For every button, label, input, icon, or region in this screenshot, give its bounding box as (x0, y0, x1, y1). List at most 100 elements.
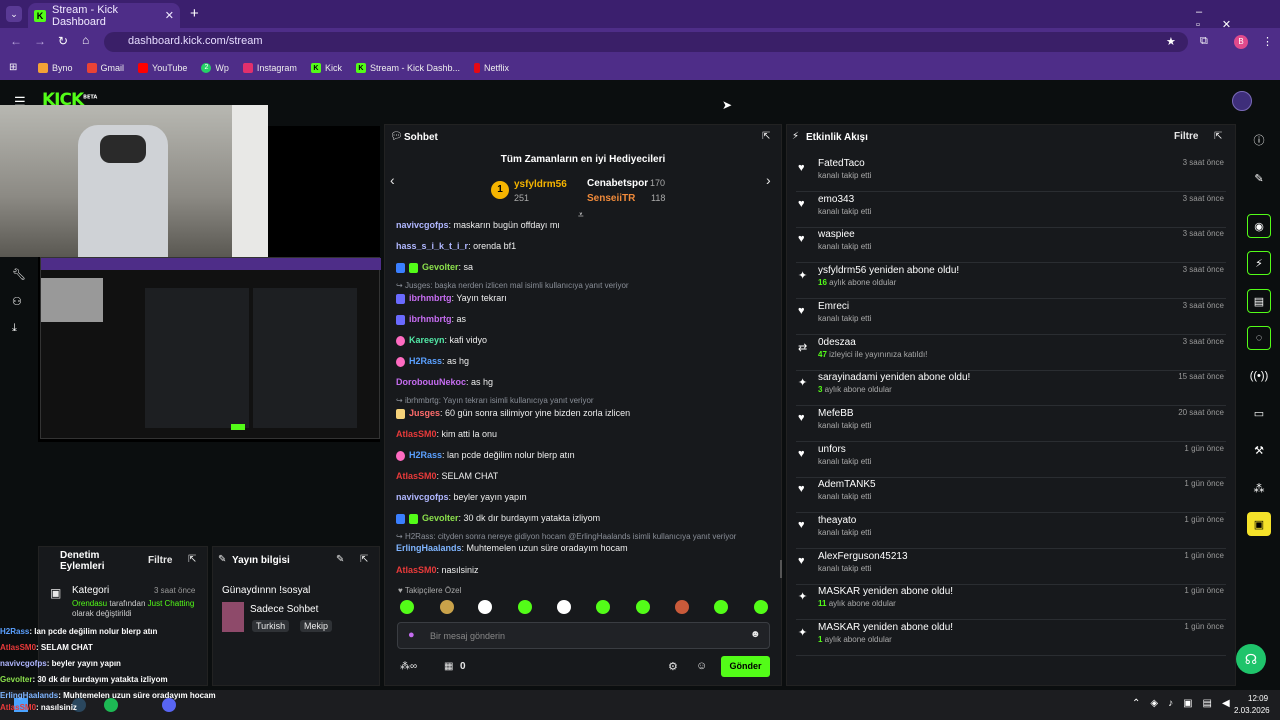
bookmark-youtube[interactable]: YouTube (138, 63, 187, 73)
activity-filter-button[interactable]: Filtre (1174, 131, 1198, 142)
menu-icon[interactable]: ⋮ (1262, 35, 1273, 48)
emote[interactable] (478, 600, 492, 614)
overlay-chat-line: ErlingHaalands: Muhtemelen uzun süre ora… (0, 691, 216, 700)
pencil-icon[interactable]: ✎ (1247, 166, 1271, 190)
chat-actions-icon[interactable]: ⁂∞ (400, 661, 417, 672)
activity-item[interactable]: ♥ theayato kanalı takip etti 1 gün önce (796, 515, 1226, 549)
gifter-name[interactable]: ysfyldrm56 (514, 179, 567, 190)
activity-item[interactable]: ✦ ysfyldrm56 yeniden abone oldu! 16 aylık … (796, 265, 1226, 300)
activity-item[interactable]: ♥ emo343 kanalı takip etti 3 saat önce (796, 194, 1226, 228)
bookmark-instagram[interactable]: Instagram (242, 63, 297, 73)
tab-list-chevron-icon[interactable]: ⌄ (6, 6, 22, 22)
document-icon[interactable]: ▤ (1247, 289, 1271, 313)
chat-input[interactable]: ● Bir mesaj gönderin ☻ (397, 622, 770, 649)
wrench-icon[interactable]: ⚒ (1247, 438, 1271, 462)
activity-item-name: AdemTANK5 (818, 479, 876, 491)
activity-item-time: 3 saat önce (1182, 158, 1224, 167)
user-avatar-icon[interactable] (1232, 91, 1252, 111)
activity-item-detail: 1 aylık abone oldular (818, 635, 892, 645)
gifter-name[interactable]: Cenabetspor (587, 178, 648, 189)
activity-item[interactable]: ✦ MASKAR yeniden abone oldu! 1 aylık abone… (796, 622, 1226, 657)
mod-time: 3 saat önce (154, 586, 196, 595)
back-icon[interactable]: ← (10, 34, 22, 48)
overlay-chat-line: navivcgofps: beyler yayın yapın (0, 659, 121, 668)
avatar[interactable]: B (1234, 35, 1248, 49)
url-field[interactable]: dashboard.kick.com/stream ★ (104, 32, 1188, 52)
activity-item-time: 1 gün önce (1184, 515, 1224, 524)
emote[interactable] (754, 600, 768, 614)
popout-icon[interactable]: ⇱ (762, 131, 770, 142)
bookmark-stream[interactable]: K Stream - Kick Dashb... (355, 63, 460, 73)
mod-filter-button[interactable]: Filtre (148, 555, 172, 566)
raid-icon: ⇄ (798, 341, 808, 354)
chat-message: DorobouuNekoc: as hg (396, 377, 494, 387)
gifter-name[interactable]: SenseiiTR (587, 193, 635, 204)
activity-item[interactable]: ♥ waspiee kanalı takip etti 3 saat önce (796, 229, 1226, 264)
popout-icon[interactable]: ⇱ (188, 554, 196, 565)
chat-settings-icon[interactable]: ⚙ (668, 660, 678, 673)
activity-item[interactable]: ⇄ 0deszaa 47 izleyici ile yayınınıza katıl… (796, 337, 1226, 371)
printer-icon[interactable]: ▭ (1247, 401, 1271, 425)
clapper-icon[interactable]: ▣ (1247, 512, 1271, 536)
emote-picker-icon[interactable]: ☺ (696, 660, 707, 672)
bolt-icon[interactable]: ⚡︎ (1247, 251, 1271, 275)
bookmark-wp[interactable]: 2 Wp (201, 63, 229, 73)
broadcast-icon[interactable]: ((•)) (1247, 364, 1271, 388)
heart-icon: ♥ (798, 304, 805, 317)
activity-item[interactable]: ♥ FatedTaco kanalı takip etti 3 saat önce (796, 158, 1226, 192)
browser-tab[interactable]: K Stream - Kick Dashboard ✕ (28, 3, 180, 28)
chat-scrollbar[interactable] (780, 560, 782, 578)
activity-item[interactable]: ✦ MASKAR yeniden abone oldu! 11 aylık abon… (796, 586, 1226, 621)
emote[interactable] (675, 600, 689, 614)
activity-item-detail: kanalı takip etti (818, 242, 872, 252)
moderation-icon[interactable]: ⁂ (1247, 476, 1271, 500)
emote[interactable] (440, 600, 454, 614)
bookmark-star-icon[interactable]: ★ (1166, 35, 1176, 48)
emote[interactable] (596, 600, 610, 614)
apps-icon[interactable]: ⊞ (9, 62, 17, 73)
emote[interactable] (557, 600, 571, 614)
popout-icon[interactable]: ⇱ (1214, 131, 1222, 142)
followers-only-label: ♥ Takipçilere Özel (398, 586, 462, 595)
next-arrow-icon[interactable]: › (766, 172, 771, 188)
bookmark-byno[interactable]: Byno (38, 63, 73, 73)
activity-item[interactable]: ♥ MefeBB kanalı takip etti 20 saat önce (796, 408, 1226, 442)
edit-stream-info-icon[interactable]: ✎ (336, 554, 344, 565)
emote[interactable] (714, 600, 728, 614)
activity-item[interactable]: ♥ AdemTANK5 kanalı takip etti 1 gün önce (796, 479, 1226, 514)
reload-icon[interactable]: ↻ (58, 34, 68, 48)
tray-icons[interactable]: ⌃◈♪▣▤◀ (1132, 698, 1240, 709)
chat-messages: navivcgofps: maskarın bugün offdayı mı h… (396, 220, 774, 580)
activity-item[interactable]: ✦ sarayinadami yeniden abone oldu! 3 aylık… (796, 372, 1226, 407)
prev-arrow-icon[interactable]: ‹ (390, 172, 395, 188)
emote[interactable] (518, 600, 532, 614)
emoji-icon[interactable]: ☻ (750, 629, 761, 640)
extensions-icon[interactable]: ⧉ (1200, 35, 1208, 48)
emote[interactable] (636, 600, 650, 614)
chat-bubble-icon[interactable]: ◌ (1247, 326, 1271, 350)
send-button[interactable]: Gönder (721, 656, 770, 677)
home-icon[interactable]: ⌂ (82, 33, 89, 47)
forward-icon[interactable]: → (34, 34, 46, 48)
overlay-chat-line: H2Rass: lan pcde değilim nolur blerp atı… (0, 627, 158, 636)
close-tab-icon[interactable]: ✕ (165, 9, 174, 22)
activity-item-name: AlexFerguson45213 (818, 550, 908, 562)
activity-item[interactable]: ♥ unfors kanalı takip etti 1 gün önce (796, 444, 1226, 478)
bookmark-gmail[interactable]: Gmail (86, 63, 124, 73)
support-button[interactable]: ☊ (1236, 644, 1266, 674)
activity-item[interactable]: ♥ Emreci kanalı takip etti 3 saat önce (796, 301, 1226, 335)
wrench-icon[interactable]: 🔧︎ (12, 268, 26, 281)
download-icon[interactable]: ⤓ (12, 322, 17, 335)
reply-context: ↪ ibrhmbrtg: Yayın tekrarı isimli kullan… (396, 396, 594, 405)
new-tab-button[interactable]: + (190, 5, 199, 22)
users-icon[interactable]: ⚇ (12, 295, 22, 308)
bookmark-kick[interactable]: K Kick (310, 63, 342, 73)
camera-icon[interactable]: ◉ (1247, 214, 1271, 238)
activity-item[interactable]: ♥ AlexFerguson45213 kanalı takip etti 1 gün… (796, 551, 1226, 585)
activity-item-time: 1 gün önce (1184, 622, 1224, 632)
emote[interactable] (400, 600, 414, 614)
popout-icon[interactable]: ⇱ (360, 554, 368, 565)
bookmark-netflix[interactable]: Netflix (473, 63, 509, 73)
activity-item-detail: kanalı takip etti (818, 171, 872, 180)
info-icon[interactable]: ⓘ (1247, 128, 1271, 152)
